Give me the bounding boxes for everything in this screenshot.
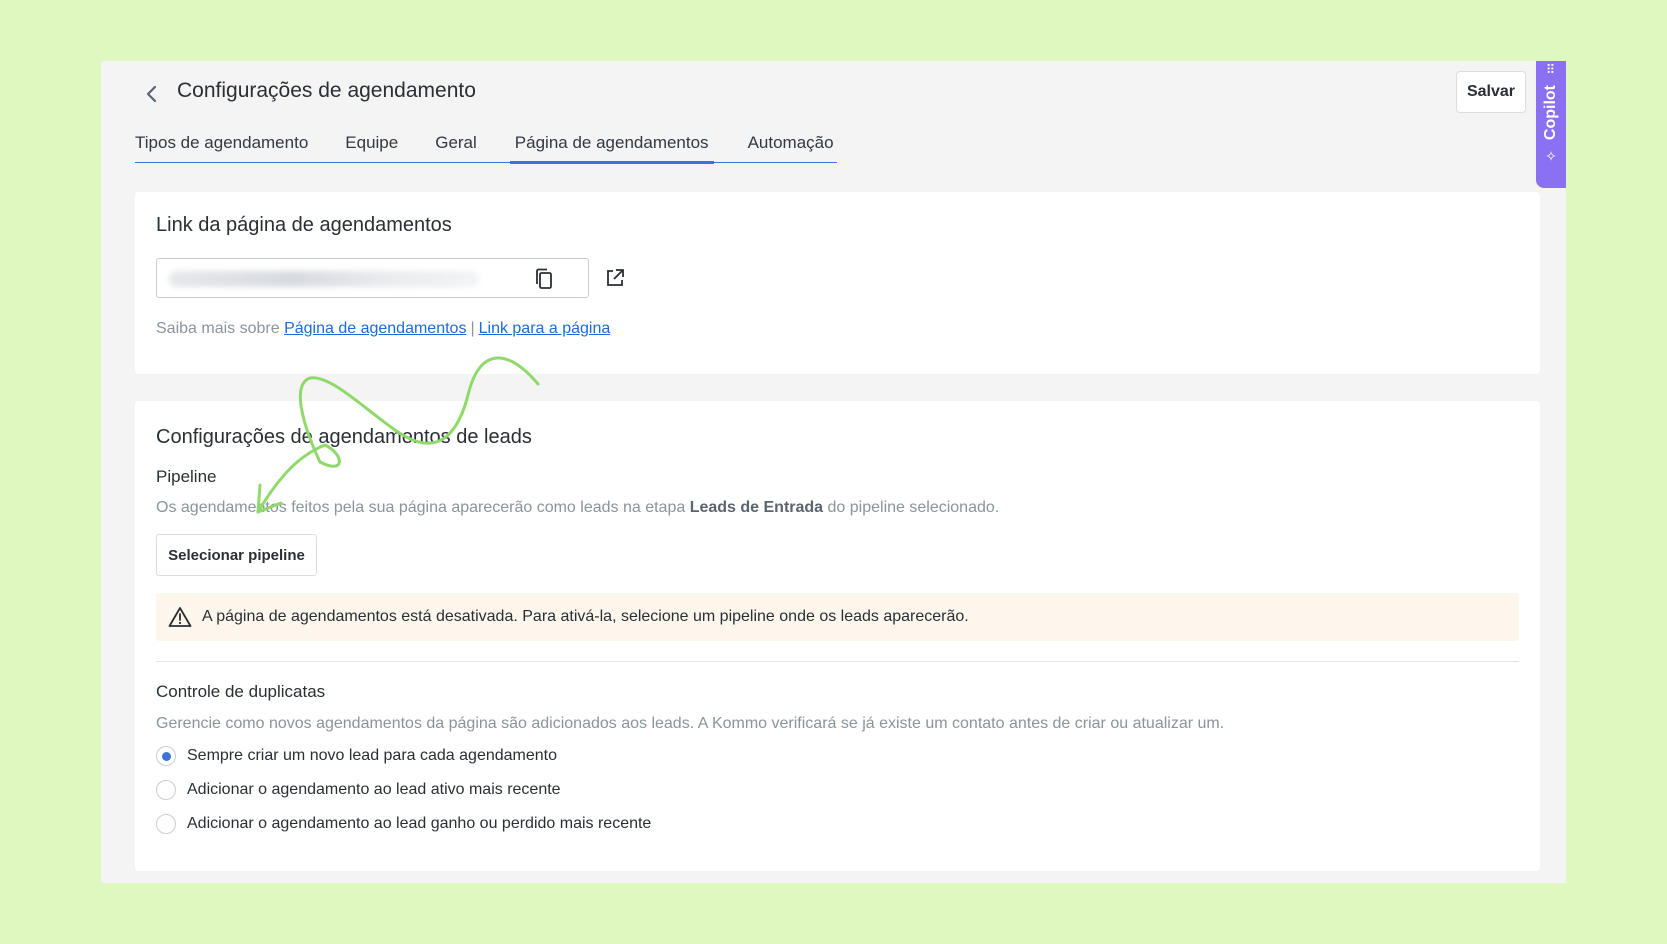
copilot-label: Copilot: [1542, 85, 1559, 141]
select-pipeline-button[interactable]: Selecionar pipeline: [156, 534, 317, 576]
link-section-title: Link da página de agendamentos: [156, 214, 452, 236]
radio-label: Adicionar o agendamento ao lead ganho ou…: [187, 815, 652, 832]
save-button[interactable]: Salvar: [1456, 71, 1526, 113]
page-link-field[interactable]: [156, 258, 589, 298]
page-title: Configurações de agendamento: [177, 79, 476, 102]
radio-button[interactable]: [156, 814, 176, 834]
link-card: Link da página de agendamentos Saiba mai…: [135, 192, 1540, 374]
tab-geral[interactable]: Geral: [435, 123, 477, 163]
help-prefix: Saiba mais sobre: [156, 320, 280, 337]
radio-option-new-lead[interactable]: Sempre criar um novo lead para cada agen…: [156, 746, 557, 766]
leads-section-title: Configurações de agendamentos de leads: [156, 426, 532, 448]
help-link-scheduling-page[interactable]: Página de agendamentos: [284, 320, 466, 337]
back-button[interactable]: [139, 81, 165, 107]
radio-button[interactable]: [156, 780, 176, 800]
radio-button[interactable]: [156, 746, 176, 766]
help-link-page-link[interactable]: Link para a página: [479, 320, 611, 337]
divider: [156, 661, 1519, 662]
copilot-tab[interactable]: ⠿ Copilot ✧: [1536, 61, 1566, 188]
chevron-left-icon: [146, 85, 157, 103]
leads-card: Configurações de agendamentos de leads P…: [135, 401, 1540, 871]
settings-window: Configurações de agendamento Salvar Tipo…: [101, 61, 1566, 883]
warning-icon: [168, 606, 192, 628]
help-separator: |: [470, 320, 475, 337]
pipeline-desc-stage: Leads de Entrada: [689, 499, 824, 516]
duplicates-label: Controle de duplicatas: [156, 682, 326, 701]
radio-label: Sempre criar um novo lead para cada agen…: [187, 747, 557, 764]
copy-icon: [536, 268, 552, 289]
blurred-link-value: [169, 271, 479, 287]
radio-label: Adicionar o agendamento ao lead ativo ma…: [187, 781, 561, 798]
warning-text: A página de agendamentos está desativada…: [202, 608, 969, 625]
tab-equipe[interactable]: Equipe: [345, 123, 398, 163]
pipeline-desc-suffix: do pipeline selecionado.: [827, 499, 1000, 516]
tab-automacao[interactable]: Automação: [748, 123, 834, 163]
sparkle-icon: ✧: [1545, 148, 1557, 165]
pipeline-description: Os agendamentos feitos pela sua página a…: [156, 499, 999, 517]
help-text: Saiba mais sobre Página de agendamentos |…: [156, 320, 610, 338]
external-link-icon: [607, 269, 624, 286]
drag-handle-icon[interactable]: ⠿: [1546, 63, 1557, 76]
pipeline-label: Pipeline: [156, 467, 217, 486]
duplicates-description: Gerencie como novos agendamentos da pági…: [156, 715, 1225, 732]
radio-option-won-lost-lead[interactable]: Adicionar o agendamento ao lead ganho ou…: [156, 814, 651, 834]
copy-button[interactable]: [529, 265, 559, 293]
warning-banner: A página de agendamentos está desativada…: [156, 593, 1519, 641]
open-link-button[interactable]: [601, 264, 629, 292]
radio-option-active-lead[interactable]: Adicionar o agendamento ao lead ativo ma…: [156, 780, 561, 800]
tab-pagina-de-agendamentos[interactable]: Página de agendamentos: [509, 123, 714, 164]
pipeline-desc-prefix: Os agendamentos feitos pela sua página a…: [156, 499, 686, 516]
tab-bar: Tipos de agendamento Equipe Geral Página…: [135, 123, 837, 164]
header: Configurações de agendamento Salvar Tipo…: [101, 61, 1566, 191]
tab-tipos-de-agendamento[interactable]: Tipos de agendamento: [135, 123, 308, 163]
